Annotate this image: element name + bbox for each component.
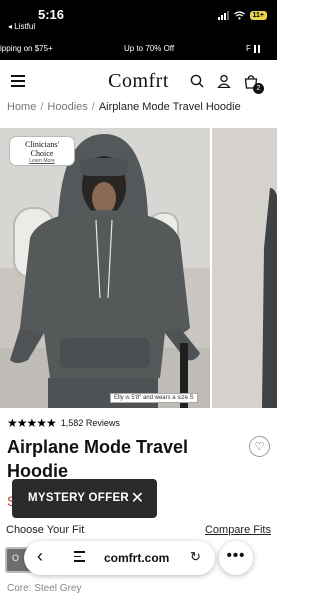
status-bar: 5:16 ◂ Listful 11+ (0, 0, 277, 38)
breadcrumb-separator: / (91, 101, 95, 113)
reviews-summary[interactable]: ★★★★★ 1,582 Reviews (7, 416, 120, 430)
compare-fits-link[interactable]: Compare Fits (205, 524, 271, 536)
breadcrumb-hoodies[interactable]: Hoodies (47, 101, 87, 113)
product-image-next[interactable] (212, 128, 277, 408)
status-icons: 11+ (217, 11, 267, 20)
reviews-count[interactable]: 1,582 Reviews (61, 418, 120, 428)
promo-center-text: Up to 70% Off (124, 44, 175, 53)
breadcrumb-home[interactable]: Home (7, 101, 36, 113)
mystery-offer-label[interactable]: MYSTERY OFFER (28, 492, 129, 504)
wishlist-heart-icon[interactable]: ♡ (249, 436, 270, 457)
back-to-app-link[interactable]: ◂ Listful (8, 22, 35, 31)
site-logo[interactable]: Comfrt (0, 70, 277, 93)
account-icon[interactable] (217, 74, 231, 88)
wifi-icon (233, 11, 245, 20)
clinicians-choice-badge[interactable]: Clinicians' Choice Learn More (9, 136, 75, 166)
breadcrumb-current: Airplane Mode Travel Hoodie (98, 101, 241, 113)
cart-count-badge: 2 (253, 83, 264, 94)
promo-banner[interactable]: ipping on $75+ Up to 70% Off F (0, 38, 277, 60)
product-image[interactable] (0, 128, 210, 408)
pause-icon[interactable] (254, 45, 260, 53)
breadcrumb: Home / Hoodies / Airplane Mode Travel Hoodie (7, 101, 241, 113)
browser-url[interactable]: comfrt.com (104, 551, 169, 565)
rating-stars-icon: ★★★★★ (7, 416, 57, 430)
page: 5:16 ◂ Listful 11+ ipping on $75+ Up to … (0, 0, 277, 600)
browser-more-icon[interactable]: ••• (219, 541, 253, 575)
site-header: Comfrt 2 (0, 62, 277, 98)
promo-left-text: ipping on $75+ (0, 44, 53, 53)
choose-fit-label: Choose Your Fit (6, 524, 85, 536)
breadcrumb-separator: / (40, 101, 44, 113)
color-label: Core: Steel Grey (7, 583, 82, 594)
search-icon[interactable] (190, 74, 204, 88)
product-title: Airplane Mode Travel Hoodie (7, 437, 189, 481)
badge-line2: Choice (30, 149, 54, 158)
battery-icon: 11+ (249, 11, 267, 20)
page-menu-icon[interactable] (74, 551, 85, 565)
status-time: 5:16 (38, 7, 65, 22)
model-size-caption: Elly is 5'8" and wears a size S (110, 393, 198, 403)
signal-icon (217, 11, 229, 20)
promo-right-text: F (246, 44, 251, 53)
mystery-offer-popup[interactable]: MYSTERY OFFER ✕ (12, 479, 157, 518)
badge-learn-more-link[interactable]: Learn More (10, 158, 74, 164)
browser-back-icon[interactable]: ‹ (37, 546, 43, 567)
browser-address-bar[interactable]: ‹ comfrt.com ↻ (24, 541, 215, 575)
close-icon[interactable]: ✕ (131, 488, 144, 508)
badge-line1: Clinicians' (25, 140, 59, 149)
reload-icon[interactable]: ↻ (190, 549, 201, 565)
fit-option-label: O (12, 553, 20, 563)
